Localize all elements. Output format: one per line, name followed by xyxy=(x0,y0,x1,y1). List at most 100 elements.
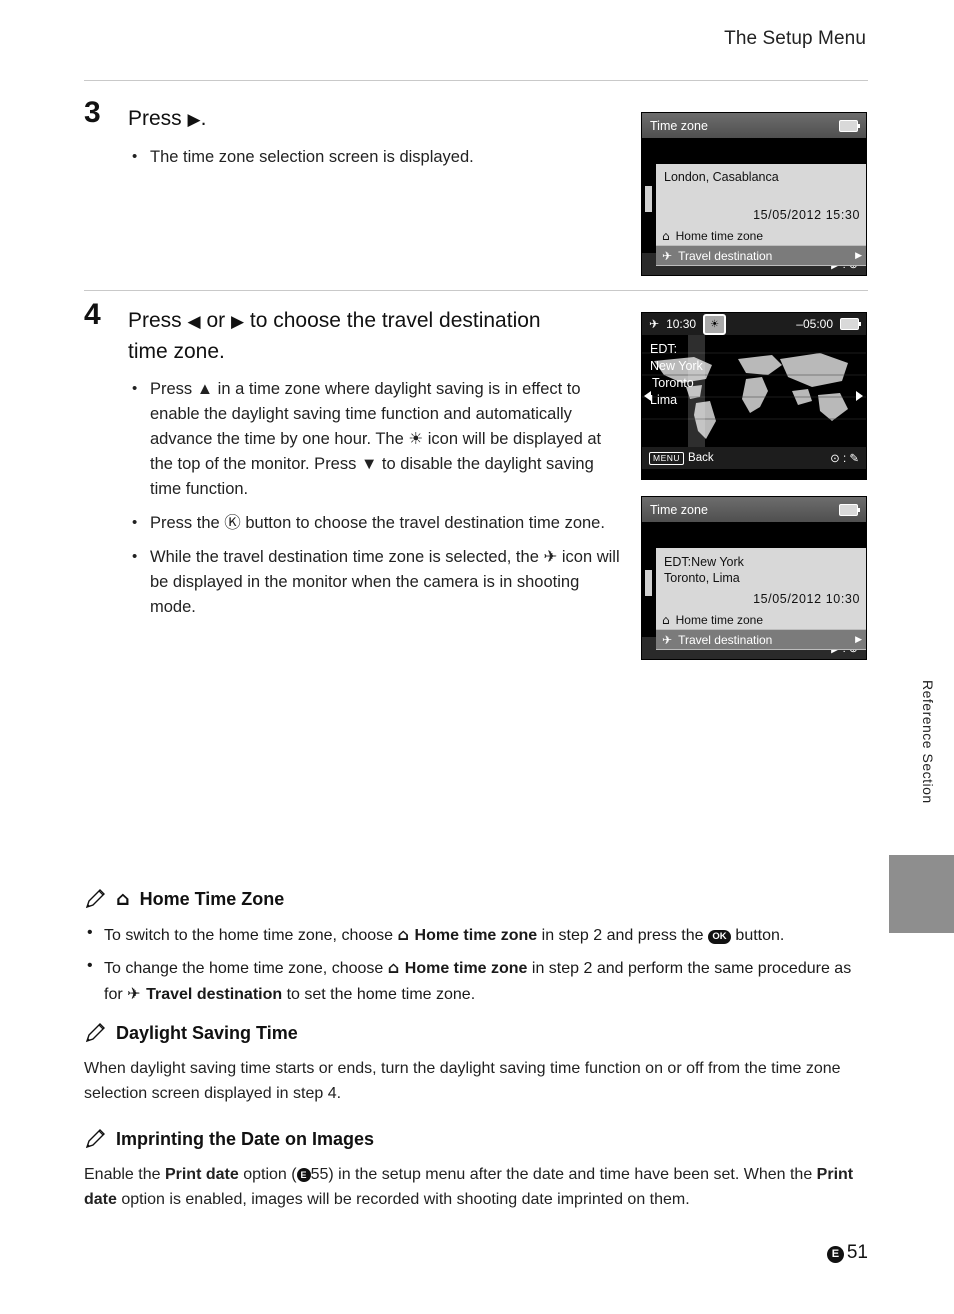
step-4-title-line2: time zone. xyxy=(128,340,225,363)
screen2-back[interactable]: MENU Back xyxy=(649,451,714,465)
map-left-arrow-icon[interactable] xyxy=(644,391,651,401)
plane-icon-3: ✈ xyxy=(662,632,673,647)
pencil-icon-3 xyxy=(84,1128,106,1150)
step-4-title-a: Press xyxy=(128,309,182,332)
screen2-map: EDT: New York Toronto Lima xyxy=(642,335,866,447)
note1-b2-t2: Home time zone xyxy=(404,960,528,977)
note3-title: Imprinting the Date on Images xyxy=(116,1128,375,1149)
section-side-label: Reference Section xyxy=(920,680,936,804)
screen1-datetime: 15/05/2012 15:30 xyxy=(753,208,860,222)
note3-print-date-1: Print date xyxy=(164,1166,239,1183)
note1-b1-t4: button. xyxy=(730,927,785,944)
screen3-scroll-indicator[interactable] xyxy=(645,570,652,596)
note-daylight-saving-time: Daylight Saving Time When daylight savin… xyxy=(84,1022,870,1106)
note-imprinting-date: Imprinting the Date on Images Enable the… xyxy=(84,1128,870,1212)
note1-b1-t1: To switch to the home time zone, choose xyxy=(104,927,398,944)
step-3-bullets: The time zone selection screen is displa… xyxy=(128,144,604,170)
screen1-row-travel-label: Travel destination xyxy=(678,248,773,263)
note3-body: Enable the Print date option (E 55) in th… xyxy=(84,1162,870,1212)
screen2-city-list: EDT: New York Toronto Lima xyxy=(650,341,703,409)
step-3-title-suffix: . xyxy=(200,107,207,130)
note2-title: Daylight Saving Time xyxy=(116,1022,298,1043)
house-icon-5: ⌂ xyxy=(387,958,405,977)
screen1-row-travel-destination[interactable]: ✈ Travel destination ▶ xyxy=(656,246,866,266)
step-4-block: 4 Press ◀ or ▶ to choose the travel dest… xyxy=(84,298,624,629)
screen3-row-home-time-zone[interactable]: ⌂ Home time zone xyxy=(656,610,866,630)
plane-icon: ✈ xyxy=(662,248,673,263)
house-icon-4: ⌂ xyxy=(397,925,415,944)
note1-b2-t4: Travel destination xyxy=(146,986,283,1003)
step-4-title: Press ◀ or ▶ to choose the travel destin… xyxy=(128,306,624,367)
screen2-time: 10:30 xyxy=(666,317,697,331)
screen1-body: London, Casablanca 15/05/2012 15:30 ⌂ Ho… xyxy=(642,138,866,266)
step-3-title-prefix: Press xyxy=(128,107,182,130)
screen1-option-list: ⌂ Home time zone ✈ Travel destination ▶ xyxy=(656,226,866,266)
note3-t3: 55) in the setup menu after the date and… xyxy=(310,1166,817,1183)
step-4-number: 4 xyxy=(84,298,101,331)
battery-icon-2 xyxy=(840,318,861,330)
page-number: E 51 xyxy=(826,1242,868,1264)
note3-t4: option is enabled, images will be record… xyxy=(116,1191,690,1208)
note1-b2-t5: to set the home time zone. xyxy=(282,986,476,1003)
chevron-right-icon: ▶ xyxy=(855,250,862,261)
page-number-value: 51 xyxy=(846,1242,868,1263)
note2-heading: Daylight Saving Time xyxy=(84,1022,870,1044)
screen3-datetime: 15/05/2012 10:30 xyxy=(753,592,860,606)
screen2-topbar: ✈ 10:30 ☀ –05:00 xyxy=(642,313,866,335)
menu-badge-icon: MENU xyxy=(649,451,685,465)
sun-icon: ☀ xyxy=(710,318,720,330)
right-arrow-icon-2: ▶ xyxy=(230,312,245,332)
screen1-info-panel: London, Casablanca 15/05/2012 15:30 xyxy=(656,164,866,226)
screen3-city-2: Toronto, Lima xyxy=(664,571,740,585)
screen2-city-2: Toronto xyxy=(652,376,694,390)
note3-t2: option ( xyxy=(238,1166,297,1183)
step-3-block: 3 Press ▶. The time zone selection scree… xyxy=(84,96,604,179)
screen1-title: Time zone xyxy=(650,118,708,133)
note1-bullet-2: To change the home time zone, choose ⌂ H… xyxy=(84,953,870,1007)
ok-button-icon: OK xyxy=(707,930,731,944)
header-divider xyxy=(84,80,868,81)
screen2-zone-label: EDT: xyxy=(650,342,678,356)
note1-bullets: To switch to the home time zone, choose … xyxy=(84,920,870,1007)
house-icon-3: ⌂ xyxy=(116,888,130,910)
screen1-row-home-time-zone[interactable]: ⌂ Home time zone xyxy=(656,226,866,246)
pencil-icon-2 xyxy=(84,1022,106,1044)
screen2-back-label: Back xyxy=(688,451,714,464)
screen2-bottombar: MENU Back ⊙ : ✎ xyxy=(642,447,866,469)
map-right-arrow-icon[interactable] xyxy=(856,391,863,401)
screen3-row-travel-label: Travel destination xyxy=(678,632,773,647)
house-icon-2: ⌂ xyxy=(662,612,670,627)
note-home-time-zone: ⌂ Home Time Zone To switch to the home t… xyxy=(84,888,870,1014)
house-icon: ⌂ xyxy=(662,228,670,243)
screen3-title: Time zone xyxy=(650,502,708,517)
screen1-row-home-label: Home time zone xyxy=(675,228,763,243)
screen3-row-travel-destination[interactable]: ✈ Travel destination ▶ xyxy=(656,630,866,650)
screen1-city: London, Casablanca xyxy=(664,170,779,184)
note1-title: Home Time Zone xyxy=(139,888,285,909)
step-4-bullet-3: While the travel destination time zone i… xyxy=(128,544,624,620)
document-page: The Setup Menu 3 Press ▶. The time zone … xyxy=(0,0,954,1314)
step-4-title-c: to choose the travel destination xyxy=(249,309,541,332)
screen3-body: EDT:New York Toronto, Lima 15/05/2012 10… xyxy=(642,522,866,650)
step-3-number: 3 xyxy=(84,96,101,129)
left-arrow-icon: ◀ xyxy=(187,312,201,332)
page-header-title: The Setup Menu xyxy=(724,28,866,49)
note1-bullet-1: To switch to the home time zone, choose … xyxy=(84,920,870,948)
screen2-city-1: New York xyxy=(650,359,703,373)
divider-step3-step4 xyxy=(84,290,868,291)
note1-b2-t1: To change the home time zone, choose xyxy=(104,960,388,977)
screen2-city-3: Lima xyxy=(650,393,678,407)
step-4-bullet-2: Press the Ⓚ button to choose the travel … xyxy=(128,510,624,536)
battery-icon-3 xyxy=(839,503,860,516)
step-4-title-b: or xyxy=(206,309,226,332)
screen2-footer-icons: ⊙ : ✎ xyxy=(830,453,859,465)
e-badge-icon: E xyxy=(296,1168,311,1182)
note1-heading: ⌂ Home Time Zone xyxy=(84,888,870,910)
screen3-info-panel: EDT:New York Toronto, Lima 15/05/2012 10… xyxy=(656,548,866,610)
screen3-option-list: ⌂ Home time zone ✈ Travel destination ▶ xyxy=(656,610,866,650)
camera-screen-timezone-home: Time zone London, Casablanca 15/05/2012 … xyxy=(641,112,867,276)
note3-heading: Imprinting the Date on Images xyxy=(84,1128,870,1150)
screen1-scroll-indicator[interactable] xyxy=(645,186,652,212)
plane-icon-4: ✈ xyxy=(127,984,147,1003)
daylight-saving-toggle[interactable]: ☀ xyxy=(703,313,727,335)
